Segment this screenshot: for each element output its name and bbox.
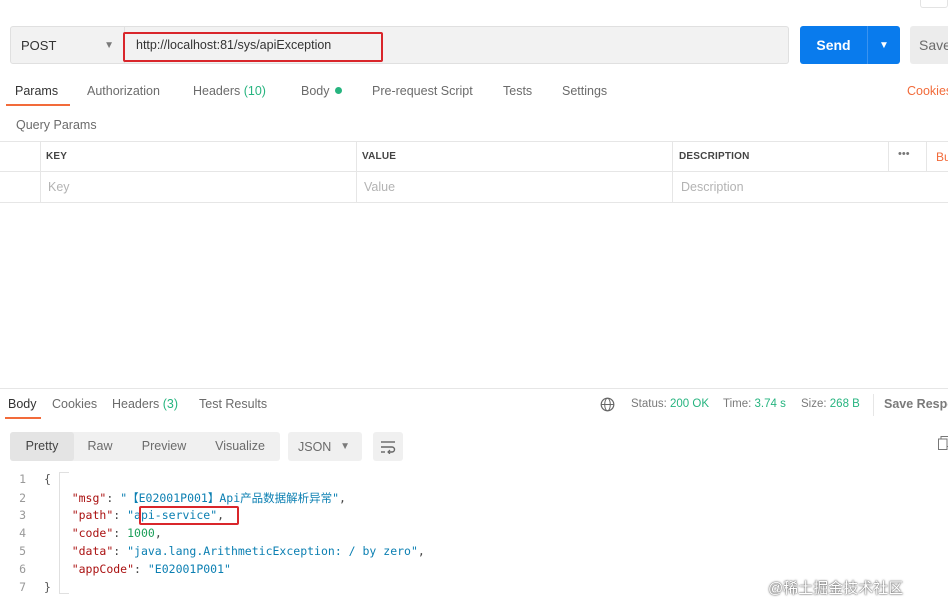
view-raw-button[interactable]: Raw — [76, 432, 124, 461]
url-input[interactable]: http://localhost:81/sys/apiException — [125, 26, 789, 64]
tab-authorization[interactable]: Authorization — [87, 84, 160, 104]
response-divider — [0, 388, 948, 389]
save-response-button[interactable]: Save Respo — [884, 397, 948, 411]
copy-icon[interactable] — [938, 436, 948, 450]
tab-settings-label: Settings — [562, 84, 608, 98]
response-tab-test-results-label: Test Results — [199, 397, 268, 411]
method-label: POST — [21, 37, 57, 53]
format-select[interactable]: JSON ▼ — [288, 432, 362, 461]
url-text: http://localhost:81/sys/apiException — [136, 38, 332, 52]
tab-params-label: Params — [15, 84, 59, 98]
chevron-down-icon: ▼ — [104, 39, 114, 51]
code-line: 6 "appCode": "E02001P001" — [19, 562, 231, 576]
response-tab-cookies-label: Cookies — [52, 397, 98, 411]
response-tab-headers-label: Headers — [112, 397, 160, 411]
size-info: Size: 268 B — [801, 398, 860, 410]
table-divider — [888, 141, 889, 171]
time-label: Time: — [723, 398, 752, 410]
bulk-edit-link[interactable]: Bu — [936, 150, 948, 164]
code-line: 2 "msg": "【E02001P001】Api产品数据解析异常", — [19, 491, 346, 505]
tab-headers[interactable]: Headers (10) — [193, 84, 266, 104]
response-tab-body-label: Body — [8, 397, 37, 411]
cookies-link[interactable]: Cookies — [907, 84, 948, 104]
cookies-link-label: Cookies — [907, 84, 948, 98]
key-input[interactable]: Key — [48, 180, 70, 194]
time-info: Time: 3.74 s — [723, 398, 786, 410]
tab-tests[interactable]: Tests — [503, 84, 532, 104]
method-select[interactable]: POST ▼ — [10, 26, 125, 64]
status-separator — [873, 394, 874, 416]
response-headers-count: (3) — [162, 397, 179, 411]
column-header-description: DESCRIPTION — [679, 151, 750, 162]
body-status-dot — [334, 87, 342, 94]
column-header-key: KEY — [46, 151, 68, 162]
size-value: 268 B — [829, 398, 860, 410]
query-params-title: Query Params — [16, 118, 97, 132]
tab-pre-request-label: Pre-request Script — [372, 84, 473, 98]
status-label: Status: — [631, 398, 667, 410]
code-line: 4 "code": 1000, — [19, 526, 162, 540]
more-options-icon[interactable]: ••• — [898, 148, 910, 160]
code-line: 1{ — [19, 472, 51, 486]
code-line: 5 "data": "java.lang.ArithmeticException… — [19, 544, 425, 558]
column-header-value: VALUE — [362, 151, 397, 162]
table-bottom-border — [0, 202, 948, 203]
response-active-tab-indicator — [5, 417, 41, 419]
watermark-text: @稀土掘金技术社区 — [768, 580, 904, 597]
code-line: 7} — [19, 580, 51, 594]
code-line: 3 "path": "api-service", — [19, 508, 225, 522]
view-visualize-button[interactable]: Visualize — [204, 432, 276, 461]
status-info: Status: 200 OK — [631, 398, 709, 410]
tab-params[interactable]: Params — [15, 84, 58, 104]
view-pretty-button[interactable]: Pretty — [10, 432, 74, 461]
top-corner-control — [920, 0, 948, 8]
value-input[interactable]: Value — [364, 180, 395, 194]
tab-body[interactable]: Body — [301, 84, 342, 104]
table-top-border — [0, 141, 948, 142]
tab-body-label: Body — [301, 84, 330, 98]
tab-headers-count: (10) — [243, 84, 266, 98]
response-tab-cookies[interactable]: Cookies — [52, 397, 97, 411]
table-header-border — [0, 171, 948, 172]
format-label: JSON — [298, 439, 332, 454]
table-divider — [926, 141, 927, 171]
tab-settings[interactable]: Settings — [562, 84, 607, 104]
response-tab-test-results[interactable]: Test Results — [199, 397, 267, 411]
table-divider — [40, 141, 41, 202]
send-options-chevron-icon[interactable]: ▼ — [868, 40, 900, 51]
view-preview-button[interactable]: Preview — [130, 432, 198, 461]
send-label: Send — [816, 37, 851, 53]
time-value: 3.74 s — [754, 398, 786, 410]
save-label: Save — [919, 37, 948, 53]
save-button[interactable]: Save — [910, 26, 948, 64]
tab-authorization-label: Authorization — [87, 84, 160, 98]
wrap-lines-icon — [381, 440, 396, 454]
active-tab-indicator — [6, 104, 70, 106]
chevron-down-icon: ▼ — [340, 441, 350, 452]
tab-headers-label: Headers — [193, 84, 241, 98]
table-divider — [672, 141, 673, 202]
send-button[interactable]: Send ▼ — [800, 26, 900, 64]
table-divider — [356, 141, 357, 202]
response-tab-headers[interactable]: Headers (3) — [112, 397, 178, 411]
size-label: Size: — [801, 398, 827, 410]
tab-pre-request-script[interactable]: Pre-request Script — [372, 84, 473, 104]
status-value: 200 OK — [670, 398, 710, 410]
tab-tests-label: Tests — [503, 84, 533, 98]
response-tab-body[interactable]: Body — [8, 397, 37, 411]
description-input[interactable]: Description — [681, 180, 744, 194]
globe-icon[interactable] — [600, 397, 615, 412]
wrap-lines-button[interactable] — [373, 432, 403, 461]
